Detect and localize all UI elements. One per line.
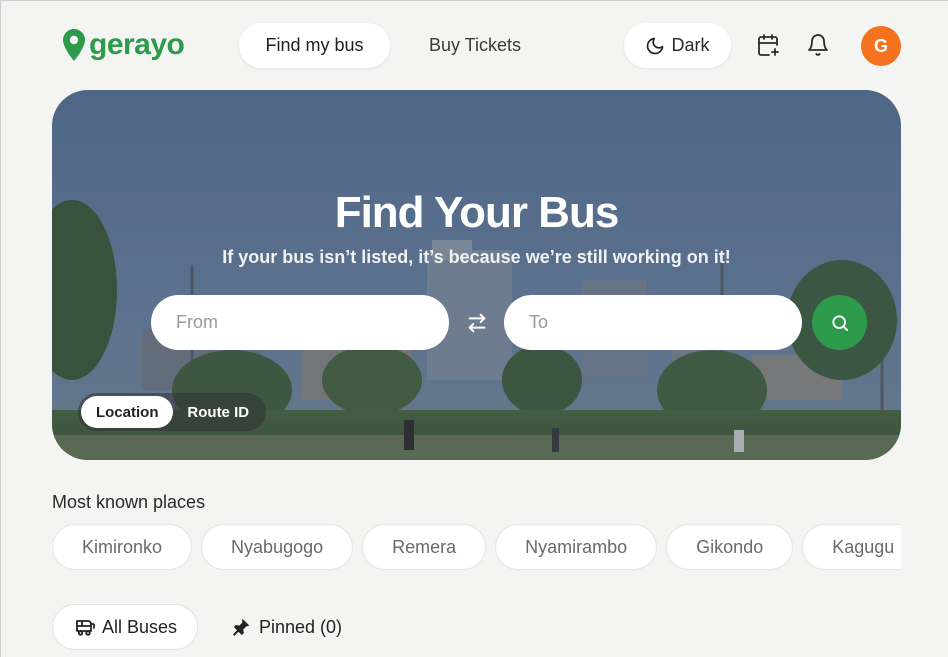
hero-banner: Find Your Bus If your bus isn’t listed, … — [52, 90, 901, 460]
place-chip-kagugu[interactable]: Kagugu — [802, 524, 901, 570]
place-chip-kimironko[interactable]: Kimironko — [52, 524, 193, 570]
place-chip-nyabugogo[interactable]: Nyabugogo — [201, 524, 354, 570]
tab-all-buses-label: All Buses — [101, 616, 178, 637]
from-input[interactable] — [151, 295, 449, 350]
swap-button[interactable] — [464, 310, 490, 336]
nav-find-my-bus[interactable]: Find my bus — [239, 23, 390, 68]
avatar[interactable]: G — [861, 26, 901, 66]
search-mode-toggle: Location Route ID — [78, 393, 266, 431]
search-icon — [831, 314, 848, 331]
to-input[interactable] — [504, 295, 802, 350]
place-chip-remera[interactable]: Remera — [362, 524, 487, 570]
dark-mode-label: Dark — [671, 35, 710, 55]
map-pin-icon — [63, 29, 85, 61]
calendar-plus-icon — [758, 34, 779, 56]
tab-all-buses[interactable]: All Buses — [52, 604, 198, 650]
places-heading: Most known places — [52, 492, 206, 512]
places-list: Kimironko Nyabugogo Remera Nyamirambo Gikond… — [52, 524, 901, 572]
brand-name: gerayo — [89, 28, 185, 61]
nav-buy-tickets[interactable]: Buy Tickets — [411, 23, 539, 68]
tab-pinned-label: Pinned (0) — [259, 616, 343, 637]
moon-icon — [647, 37, 664, 54]
hero-title: Find Your Bus — [334, 188, 620, 237]
bus-icon — [76, 620, 95, 636]
place-chip-nyamirambo[interactable]: Nyamirambo — [495, 524, 658, 570]
search-button[interactable] — [812, 295, 867, 350]
notifications-button[interactable] — [805, 32, 831, 58]
dark-mode-button[interactable]: Dark — [624, 23, 731, 68]
calendar-button[interactable] — [755, 32, 781, 58]
brand-logo[interactable]: gerayo — [63, 28, 185, 61]
swap-arrows-icon — [468, 313, 486, 333]
mode-route-id-option[interactable]: Route ID — [173, 396, 263, 428]
place-chip-gikondo[interactable]: Gikondo — [666, 524, 794, 570]
mode-location-option[interactable]: Location — [81, 396, 174, 428]
tab-pinned[interactable]: Pinned (0) — [231, 604, 342, 650]
bell-icon — [808, 34, 828, 56]
hero-subtitle: If your bus isn’t listed, it’s because w… — [222, 247, 731, 267]
pushpin-icon — [233, 619, 249, 636]
top-header: gerayo Find my bus Buy Tickets Dark G — [1, 1, 948, 89]
